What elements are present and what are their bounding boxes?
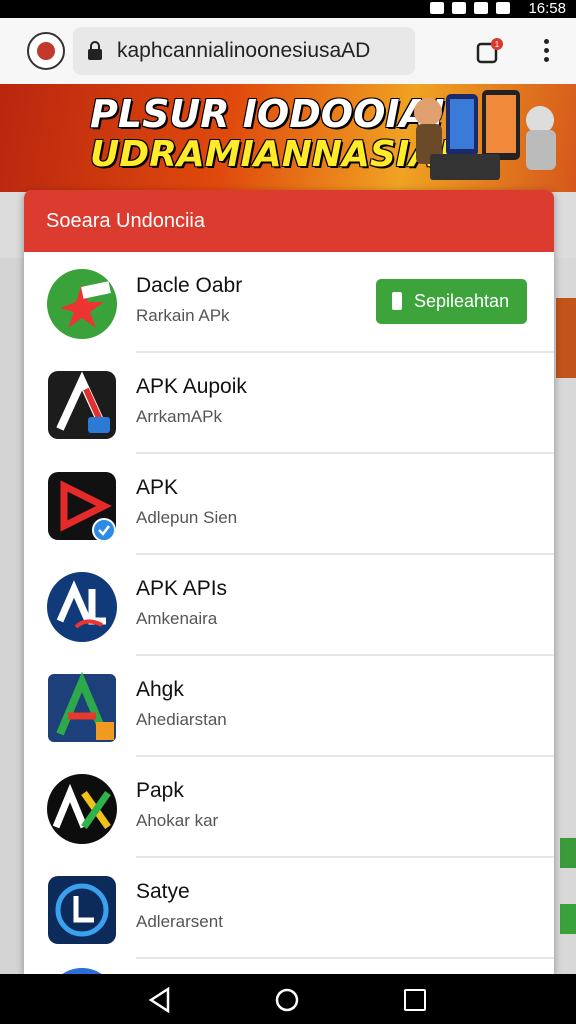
circle-l-icon xyxy=(48,876,116,944)
lock-icon xyxy=(88,41,102,60)
status-icons xyxy=(430,2,510,14)
app-name: Ahgk xyxy=(136,678,184,701)
app-name: APK APIs xyxy=(136,577,228,600)
app-subtitle: Ahediarstan xyxy=(136,710,227,729)
promo-banner[interactable]: PLSUR IODOOIA! UDRAMIANNASIA! xyxy=(0,84,576,192)
notification-icon xyxy=(430,2,444,14)
devices-illustration-icon xyxy=(414,90,556,180)
app-name: Dacle Oabr xyxy=(136,274,243,297)
wifi-icon xyxy=(452,2,466,14)
play-triangle-icon xyxy=(48,472,116,542)
a-logo-icon xyxy=(48,371,116,439)
tabs-button[interactable]: 1 xyxy=(476,38,504,64)
list-item[interactable]: Papk Ahokar kar xyxy=(24,757,554,858)
app-name: APK xyxy=(136,476,179,499)
url-text: kaphcannialinoonesiusaAD xyxy=(117,39,371,62)
back-icon[interactable] xyxy=(148,987,172,1013)
recents-icon[interactable] xyxy=(404,989,426,1011)
app-name: Papk xyxy=(136,779,184,802)
green-star-icon xyxy=(47,269,117,339)
system-nav-bar xyxy=(0,974,576,1024)
status-bar: 16:58 xyxy=(0,0,576,18)
app-subtitle: Adlepun Sien xyxy=(136,508,238,527)
list-item[interactable]: Satye Adlerarsent xyxy=(24,858,554,959)
overflow-menu-button[interactable] xyxy=(536,36,556,66)
list-item[interactable]: Ahgk Ahediarstan xyxy=(24,656,554,757)
install-button[interactable]: Sepileahtan xyxy=(376,279,527,324)
site-logo-icon[interactable] xyxy=(27,32,65,70)
battery-icon xyxy=(496,2,510,14)
background-page-right xyxy=(554,258,576,974)
al-logo-icon xyxy=(47,572,117,642)
background-element xyxy=(560,904,576,934)
app-subtitle: Rarkain APk xyxy=(136,306,230,325)
background-element xyxy=(556,298,576,378)
url-field[interactable]: kaphcannialinoonesiusaAD xyxy=(73,27,415,75)
list-item[interactable]: APK Aupoik ArrkamAPk xyxy=(24,353,554,454)
app-subtitle: ArrkamAPk xyxy=(136,407,222,426)
browser-toolbar: kaphcannialinoonesiusaAD 1 xyxy=(0,18,576,84)
app-icon-partial xyxy=(62,968,102,974)
list-item[interactable]: Dacle Oabr Rarkain APk Sepileahtan xyxy=(24,252,554,353)
app-subtitle: Ahokar kar xyxy=(136,811,219,830)
app-subtitle: Amkenaira xyxy=(136,609,218,628)
clock: 16:58 xyxy=(528,0,566,17)
background-element xyxy=(560,838,576,868)
app-subtitle: Adlerarsent xyxy=(136,912,223,931)
signal-icon xyxy=(474,2,488,14)
list-item[interactable]: APK APIs Amkenaira xyxy=(24,555,554,656)
list-item[interactable]: APK Adlepun Sien xyxy=(24,454,554,555)
a-colored-icon xyxy=(48,672,116,742)
background-page-left xyxy=(0,258,24,974)
tab-count: 1 xyxy=(495,40,500,49)
list-item[interactable] xyxy=(24,959,554,974)
ax-logo-icon xyxy=(47,774,117,844)
banner-line-2: UDRAMIANNASIA! xyxy=(90,134,454,175)
app-name: Satye xyxy=(136,880,190,903)
phone-icon xyxy=(392,292,402,310)
app-name: APK Aupoik xyxy=(136,375,247,398)
dialog-title: Soeara Undonciia xyxy=(24,190,554,252)
banner-line-1: PLSUR IODOOIA! xyxy=(90,92,447,136)
app-list-dialog: Soeara Undonciia Dacle Oabr Rarkain APk … xyxy=(24,190,554,974)
home-icon[interactable] xyxy=(274,987,300,1013)
install-button-label: Sepileahtan xyxy=(414,291,510,311)
